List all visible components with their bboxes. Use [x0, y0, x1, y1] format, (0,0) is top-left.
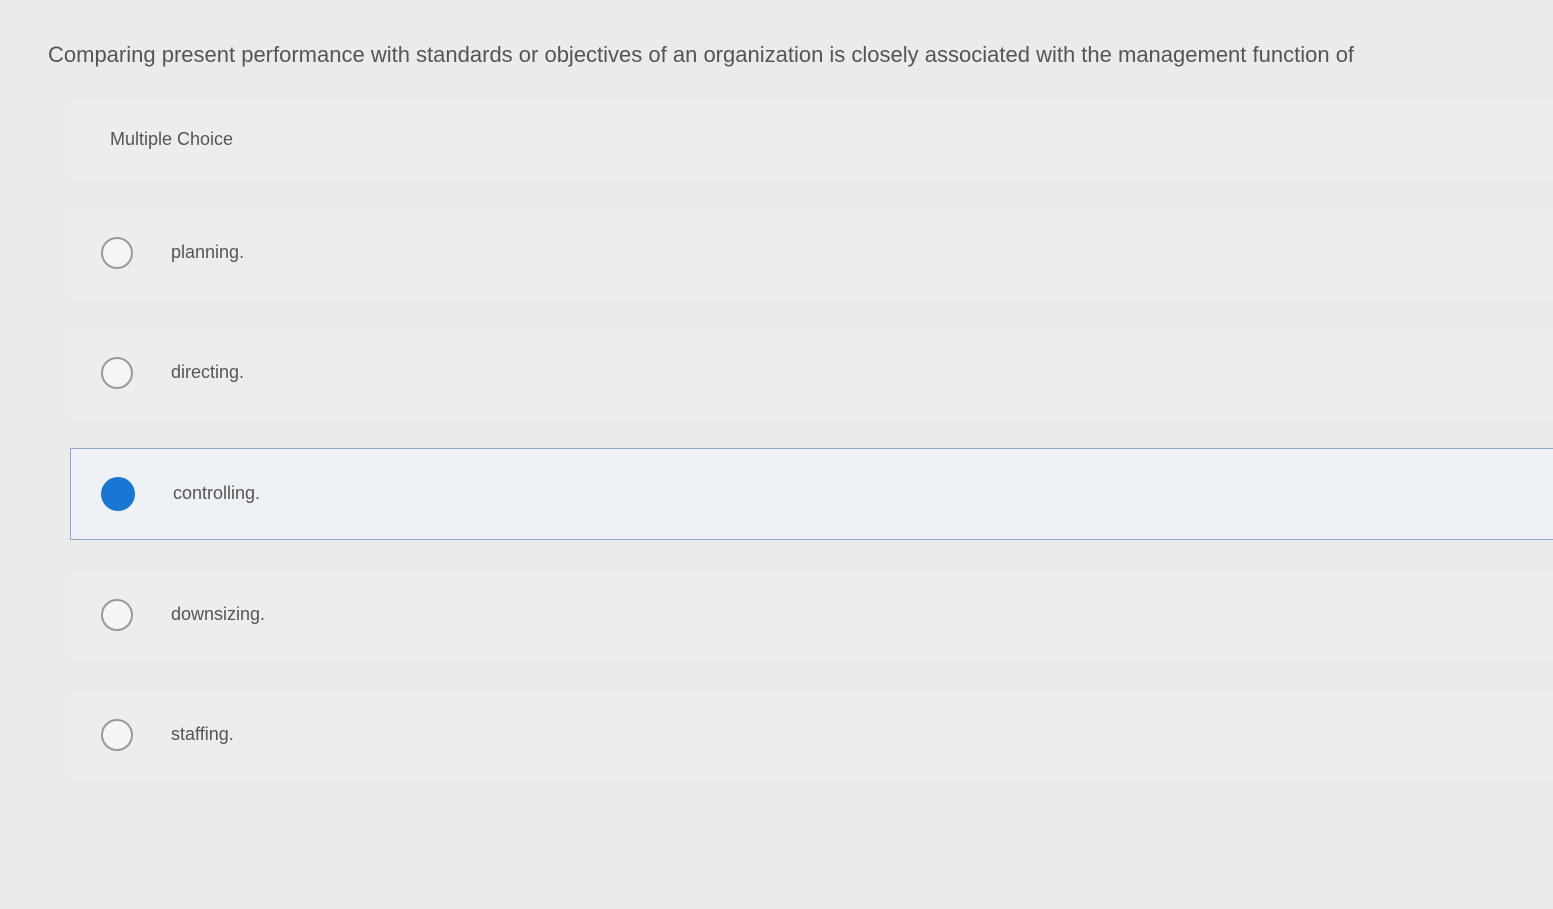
option-controlling[interactable]: controlling. — [70, 448, 1553, 540]
option-downsizing[interactable]: downsizing. — [70, 570, 1553, 660]
option-label: planning. — [171, 242, 244, 263]
radio-icon — [101, 719, 133, 751]
radio-icon — [101, 599, 133, 631]
radio-icon — [101, 357, 133, 389]
option-staffing[interactable]: staffing. — [70, 690, 1553, 780]
answer-section: Multiple Choice planning. directing. con… — [70, 101, 1553, 780]
option-directing[interactable]: directing. — [70, 328, 1553, 418]
option-label: downsizing. — [171, 604, 265, 625]
options-container: planning. directing. controlling. downsi… — [70, 178, 1553, 780]
section-type-label: Multiple Choice — [70, 101, 1553, 178]
radio-icon — [101, 237, 133, 269]
option-label: directing. — [171, 362, 244, 383]
question-text: Comparing present performance with stand… — [0, 0, 1553, 101]
radio-icon — [101, 477, 135, 511]
option-label: controlling. — [173, 483, 260, 504]
option-planning[interactable]: planning. — [70, 208, 1553, 298]
option-label: staffing. — [171, 724, 234, 745]
